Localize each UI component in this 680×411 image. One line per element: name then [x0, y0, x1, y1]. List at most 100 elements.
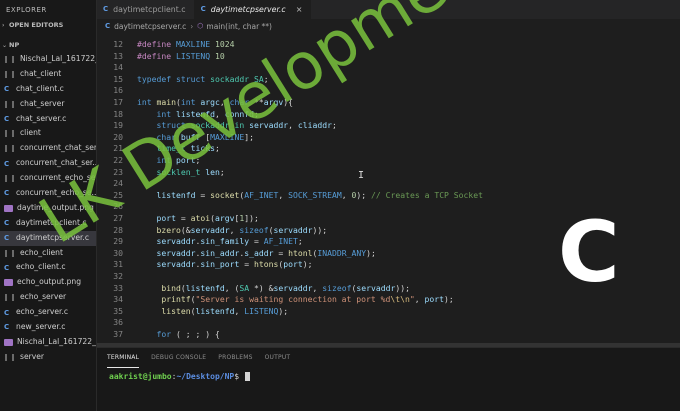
file-label: chat_client.c — [16, 83, 64, 93]
file-item[interactable]: server — [0, 350, 96, 365]
line-number: 17 — [113, 97, 123, 107]
breadcrumb-file[interactable]: daytimetcpserver.c — [114, 22, 186, 31]
code-text: char buff [MAXLINE]; — [156, 131, 255, 142]
explorer-title: EXPLORER — [6, 6, 47, 14]
file-item[interactable]: Cdaytimetcpserver.c — [0, 230, 96, 246]
file-label: daytimetcpserver.c — [16, 232, 90, 242]
file-item[interactable]: Cchat_client.c — [0, 82, 96, 97]
code-line: 16 — [97, 85, 680, 97]
file-label: echo_server.c — [16, 307, 69, 317]
chevron-down-icon: ⌄ — [2, 42, 8, 49]
file-item[interactable]: Cecho_client.c — [0, 260, 96, 275]
line-number: 12 — [113, 39, 123, 49]
code-text: int port; — [156, 155, 201, 165]
line-number: 19 — [113, 120, 123, 131]
code-line: 18 int listenfd, connfd; — [97, 109, 680, 121]
code-text: listenfd = socket(AF_INET, SOCK_STREAM, … — [156, 189, 484, 200]
tab-problems[interactable]: PROBLEMS — [218, 348, 252, 368]
file-label: echo_output.png — [17, 277, 82, 287]
line-number: 32 — [113, 271, 123, 281]
big-c-overlay: C — [558, 203, 620, 301]
tab-output[interactable]: OUTPUT — [265, 348, 291, 368]
file-item[interactable]: Nischal_Lal_161722_... — [0, 335, 96, 350]
file-item[interactable]: echo_client — [0, 246, 96, 261]
file-label: echo_client — [20, 247, 63, 257]
line-number: 18 — [113, 108, 123, 119]
line-number: 14 — [113, 62, 123, 73]
code-text: bind(listenfd, (SA *) &servaddr, sizeof(… — [161, 282, 410, 293]
code-line: 20 char buff [MAXLINE]; — [97, 132, 680, 144]
file-item[interactable]: echo_server — [0, 290, 96, 305]
file-item[interactable]: daytime_output.png — [0, 201, 96, 216]
code-line: 19 struct sockaddr_in servaddr, cliaddr; — [97, 120, 680, 132]
tab-terminal[interactable]: TERMINAL — [107, 348, 140, 368]
code-line: 21 time_t ticks; — [97, 143, 680, 155]
binary-file-icon — [5, 70, 14, 78]
file-item[interactable]: Cdaytimetcpclient.c — [0, 216, 96, 231]
code-line: 36 — [97, 317, 680, 329]
file-item[interactable]: concurrent_echo_se... — [0, 171, 96, 186]
file-label: client — [20, 128, 41, 138]
binary-file-icon — [5, 100, 14, 108]
breadcrumb-symbol[interactable]: main(int, char **) — [206, 22, 272, 31]
binary-file-icon — [5, 353, 14, 361]
tab-daytimetcpclient[interactable]: C daytimetcpclient.c — [97, 0, 195, 19]
file-item[interactable]: concurrent_chat_ser... — [0, 141, 96, 156]
file-item[interactable]: Cnew_server.c — [0, 320, 96, 335]
code-line: 35 listen(listenfd, LISTENQ); — [97, 306, 680, 318]
close-icon[interactable]: × — [296, 0, 303, 19]
line-number: 16 — [113, 85, 123, 96]
folder-np-section[interactable]: ⌄ NP — [0, 38, 96, 52]
file-label: server — [20, 351, 45, 361]
tab-daytimetcpserver[interactable]: C daytimetcpserver.c × — [194, 0, 312, 19]
open-editors-section[interactable]: › OPEN EDITORS — [0, 18, 96, 32]
terminal-prompt-symbol: $ — [234, 372, 240, 381]
terminal[interactable]: aakrist@jumbo:~/Desktop/NP$ — [97, 372, 680, 381]
line-number: 34 — [113, 294, 123, 305]
file-item[interactable]: chat_client — [0, 67, 96, 82]
line-number: 13 — [113, 50, 123, 61]
c-file-icon: C — [200, 5, 206, 13]
c-file-icon: C — [4, 115, 10, 123]
code-text: #define MAXLINE 1024 — [137, 39, 235, 49]
file-item[interactable]: Cconcurrent_echo_se... — [0, 186, 96, 201]
image-file-icon — [4, 338, 13, 346]
file-item[interactable]: chat_server — [0, 97, 96, 112]
file-item[interactable]: echo_output.png — [0, 275, 96, 290]
code-line: 37 for ( ; ; ) { — [97, 329, 680, 341]
file-item[interactable]: Cconcurrent_chat_ser... — [0, 156, 96, 171]
file-label: concurrent_chat_ser... — [20, 143, 96, 153]
file-list: Nischal_Lal_161722_... chat_client Cchat_c… — [0, 52, 96, 365]
line-number: 29 — [113, 236, 123, 247]
line-number: 26 — [113, 201, 123, 212]
file-item[interactable]: Nischal_Lal_161722_... — [0, 52, 96, 67]
file-label: chat_client — [20, 68, 62, 78]
code-text: listen(listenfd, LISTENQ); — [161, 305, 289, 316]
file-item[interactable]: Cecho_server.c — [0, 305, 96, 320]
tab-label: daytimetcpserver.c — [210, 5, 286, 14]
code-line: 14 — [97, 62, 680, 74]
c-file-icon: C — [4, 263, 10, 272]
bottom-panel: TERMINAL DEBUG CONSOLE PROBLEMS OUTPUT a… — [97, 347, 680, 411]
code-text: int listenfd, connfd; — [156, 108, 259, 119]
file-label: echo_server — [20, 292, 67, 302]
file-label: chat_server.c — [16, 113, 67, 123]
file-item[interactable]: Cchat_server.c — [0, 112, 96, 127]
c-file-icon: C — [4, 219, 10, 228]
editor-tab-bar: C daytimetcpclient.c C daytimetcpserver.… — [97, 0, 680, 19]
code-text: struct sockaddr_in servaddr, cliaddr; — [156, 120, 337, 131]
terminal-prompt-path: ~/Desktop/NP — [176, 372, 235, 381]
binary-file-icon — [5, 294, 14, 302]
tab-debug-console[interactable]: DEBUG CONSOLE — [151, 348, 206, 368]
binary-file-icon — [5, 249, 14, 257]
line-number: 21 — [113, 143, 123, 154]
c-file-icon: C — [4, 159, 10, 168]
file-label: concurrent_echo_se... — [16, 188, 96, 198]
file-label: Nischal_Lal_161722_... — [17, 336, 96, 346]
image-file-icon — [4, 279, 13, 287]
file-item[interactable]: client — [0, 126, 96, 141]
line-number: 37 — [113, 329, 123, 339]
binary-file-icon — [5, 55, 14, 63]
line-number: 15 — [113, 73, 123, 84]
file-label: echo_client.c — [16, 262, 66, 272]
